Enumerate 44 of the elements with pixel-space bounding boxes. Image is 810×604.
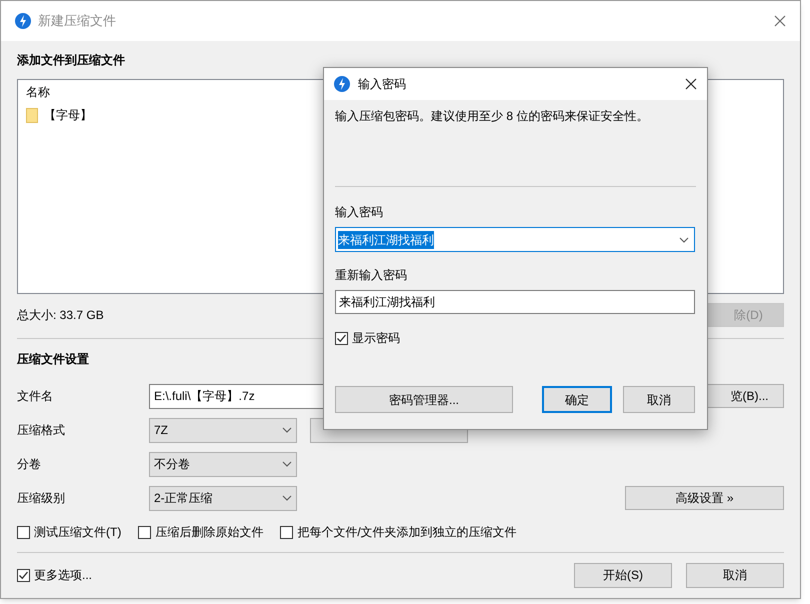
ok-button[interactable]: 确定 [542,386,612,413]
cancel-button[interactable]: 取消 [686,562,784,588]
checkbox[interactable] [17,568,30,582]
dialog-title: 输入密码 [358,76,406,93]
checkbox-label: 测试压缩文件(T) [34,524,122,541]
chevron-down-icon [282,427,292,433]
checkbox[interactable] [280,526,294,538]
dialog-description: 输入压缩包密码。建议使用至少 8 位的密码来保证安全性。 [335,108,648,125]
checkbox[interactable] [138,526,152,538]
checkbox-label: 更多选项... [34,567,92,584]
dropdown[interactable]: 2-正常压缩 [149,486,297,510]
password-field[interactable]: 来福利江湖找福利 [335,227,695,252]
password-text: 来福利江湖找福利 [338,230,434,248]
field-label: 压缩级别 [17,490,66,507]
app-logo-icon [334,76,350,92]
checkbox-label: 把每个文件/文件夹添加到独立的压缩文件 [297,524,517,541]
checkbox[interactable] [335,332,348,344]
field-label: 压缩格式 [17,422,66,439]
section-heading: 添加文件到压缩文件 [17,52,125,69]
dropdown[interactable]: 不分卷 [149,452,297,476]
chevron-down-icon [282,495,292,501]
field-label: 文件名 [17,388,54,405]
app-logo-icon [15,13,31,29]
checkbox[interactable] [17,526,30,538]
folder-icon [26,108,38,122]
field-label: 重新输入密码 [335,267,407,284]
confirm-password-field[interactable]: 来福利江湖找福利 [335,290,695,314]
window-title: 新建压缩文件 [38,12,116,30]
field-label: 分卷 [17,456,42,473]
chevron-down-icon [679,236,689,242]
checkbox-label: 显示密码 [352,330,400,347]
section-heading: 压缩文件设置 [17,351,89,368]
start-button[interactable]: 开始(S) [574,562,672,588]
advanced-settings-button[interactable]: 高级设置 » [625,486,784,510]
chevron-down-icon [282,461,292,467]
total-size: 总大小: 33.7 GB [17,307,104,324]
file-name[interactable]: 【字母】 [44,106,92,124]
dropdown[interactable]: 7Z [149,418,297,442]
checkbox-label: 压缩后删除原始文件 [155,524,264,541]
close-icon[interactable] [685,78,697,90]
cancel-button[interactable]: 取消 [623,386,695,413]
column-header: 名称 [26,84,50,101]
password-manager-button[interactable]: 密码管理器... [335,386,513,413]
field-label: 输入密码 [335,204,383,221]
